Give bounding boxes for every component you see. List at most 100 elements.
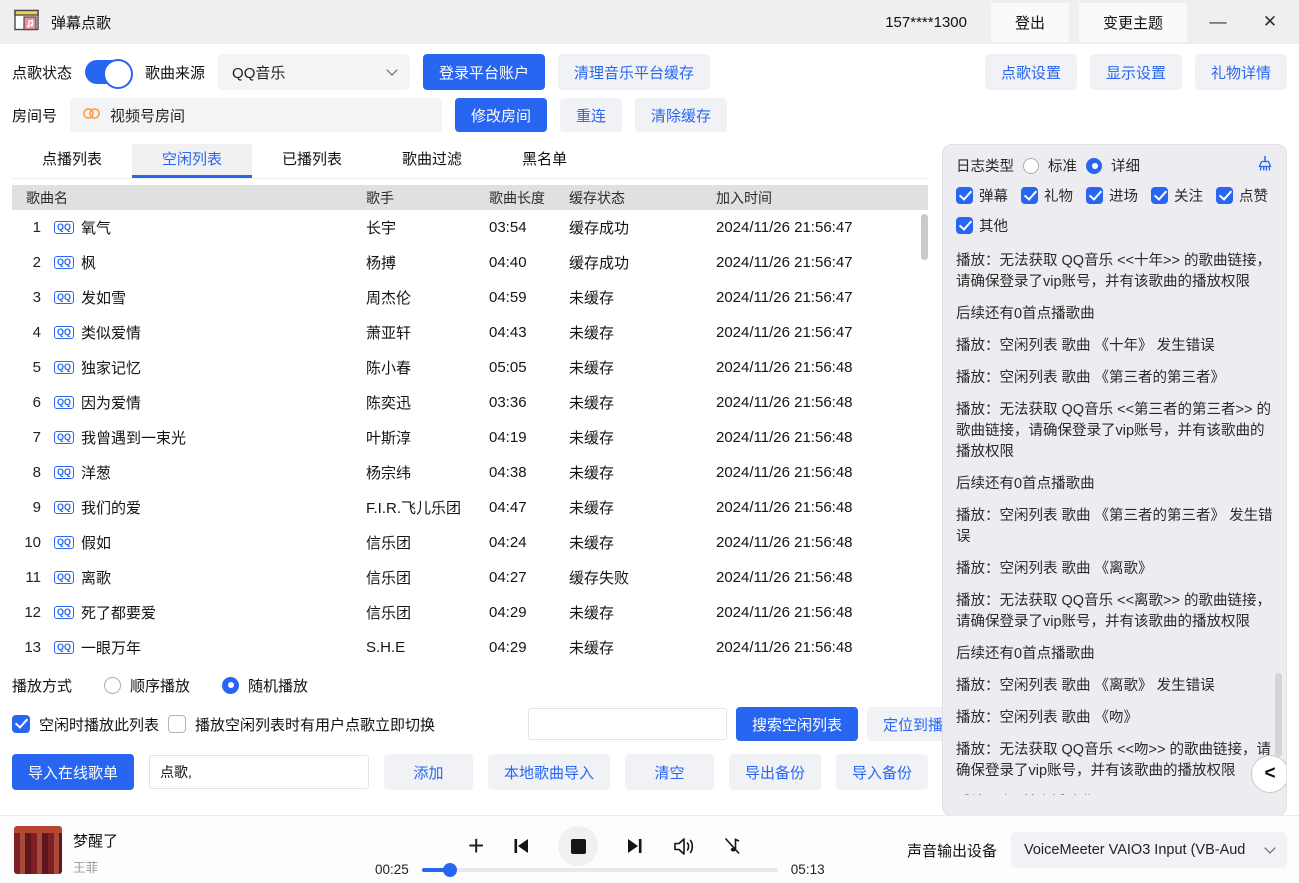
list-action-button[interactable]: 清空 [625, 754, 714, 790]
log-filter-checkbox[interactable] [956, 217, 973, 234]
reconnect-button[interactable]: 重连 [560, 98, 622, 132]
change-theme-button[interactable]: 变更主题 [1079, 3, 1187, 42]
settings-button[interactable]: 显示设置 [1090, 54, 1182, 90]
col-added: 加入时间 [704, 188, 928, 208]
top-controls-row: 点歌状态 歌曲来源 QQ音乐 登录平台账户 清理音乐平台缓存 点歌设置 显示设置… [12, 54, 1287, 90]
list-tabs: 点播列表 空闲列表 已播列表 歌曲过滤 黑名单 [12, 144, 928, 179]
output-device-label: 声音输出设备 [907, 840, 997, 861]
search-idle-button[interactable]: 搜索空闲列表 [736, 707, 858, 741]
log-detailed-radio[interactable] [1086, 158, 1102, 174]
song-artist: 萧亚轩 [354, 322, 477, 343]
log-entry: 播放：无法获取 QQ音乐 <<离歌>> 的歌曲链接，请确保登录了vip账号，并有… [956, 591, 1273, 633]
tab[interactable]: 点播列表 [12, 144, 132, 178]
progress-track[interactable] [422, 868, 778, 872]
login-platform-button[interactable]: 登录平台账户 [423, 54, 545, 90]
table-row[interactable]: 12 QQ 死了都要爱 信乐团 04:29 未缓存 2024/11/26 21:… [12, 595, 928, 630]
table-row[interactable]: 4 QQ 类似爱情 萧亚轩 04:43 未缓存 2024/11/26 21:56… [12, 315, 928, 350]
output-device-select[interactable]: VoiceMeeter VAIO3 Input (VB-Aud [1011, 832, 1287, 868]
table-row[interactable]: 13 QQ 一眼万年 S.H.E 04:29 未缓存 2024/11/26 21… [12, 630, 928, 665]
list-action-button[interactable]: 导入备份 [836, 754, 928, 790]
table-row[interactable]: 10 QQ 假如 信乐团 04:24 未缓存 2024/11/26 21:56:… [12, 525, 928, 560]
table-row[interactable]: 1 QQ 氧气 长宇 03:54 缓存成功 2024/11/26 21:56:4… [12, 210, 928, 245]
settings-button[interactable]: 礼物详情 [1195, 54, 1287, 90]
import-online-playlist-button[interactable]: 导入在线歌单 [12, 754, 134, 790]
table-row[interactable]: 3 QQ 发如雪 周杰伦 04:59 未缓存 2024/11/26 21:56:… [12, 280, 928, 315]
table-row[interactable]: 2 QQ 枫 杨搏 04:40 缓存成功 2024/11/26 21:56:47 [12, 245, 928, 280]
search-idle-input[interactable] [528, 708, 727, 740]
modify-room-button[interactable]: 修改房间 [455, 98, 547, 132]
log-filter: 弹幕 [956, 185, 1008, 206]
row-index: 5 [12, 359, 54, 376]
room-input[interactable]: 视频号房间 [70, 98, 442, 132]
song-duration: 04:38 [477, 464, 557, 481]
table-row[interactable]: 6 QQ 因为爱情 陈奕迅 03:36 未缓存 2024/11/26 21:56… [12, 385, 928, 420]
log-filter-checkbox[interactable] [1151, 187, 1168, 204]
row-index: 13 [12, 639, 54, 656]
table-row[interactable]: 8 QQ 洋葱 杨宗纬 04:38 未缓存 2024/11/26 21:56:4… [12, 455, 928, 490]
table-row[interactable]: 11 QQ 离歌 信乐团 04:27 缓存失败 2024/11/26 21:56… [12, 560, 928, 595]
list-action-button[interactable]: 本地歌曲导入 [488, 754, 610, 790]
song-artist: 周杰伦 [354, 287, 477, 308]
qq-music-badge: QQ [54, 291, 74, 304]
log-standard-radio[interactable] [1023, 158, 1039, 174]
song-request-toggle[interactable] [85, 60, 132, 84]
tab[interactable]: 已播列表 [252, 144, 372, 178]
cache-status: 未缓存 [557, 427, 704, 448]
log-filter-label: 关注 [1174, 185, 1203, 206]
log-filter-checkbox[interactable] [1021, 187, 1038, 204]
log-entry: 播放：无法获取 QQ音乐 <<吻>> 的歌曲链接，请确保登录了vip账号，并有该… [956, 740, 1273, 782]
tab[interactable]: 黑名单 [492, 144, 597, 178]
table-row[interactable]: 5 QQ 独家记忆 陈小春 05:05 未缓存 2024/11/26 21:56… [12, 350, 928, 385]
song-name: 一眼万年 [81, 637, 141, 658]
collapse-panel-button[interactable]: < [1251, 755, 1287, 793]
log-filter-checkbox[interactable] [1216, 187, 1233, 204]
audio-output-row: 声音输出设备 VoiceMeeter VAIO3 Input (VB-Aud [907, 832, 1287, 868]
previous-track-icon[interactable] [511, 837, 531, 855]
close-icon[interactable]: ✕ [1249, 6, 1291, 38]
log-filter: 进场 [1086, 185, 1138, 206]
qq-music-badge: QQ [54, 501, 74, 514]
logout-button[interactable]: 登出 [991, 3, 1069, 42]
volume-icon[interactable] [672, 837, 695, 856]
added-time: 2024/11/26 21:56:48 [704, 499, 928, 516]
cache-status: 未缓存 [557, 462, 704, 483]
progress-knob[interactable] [443, 863, 457, 877]
mute-music-icon[interactable] [722, 836, 742, 856]
log-filter-checkbox[interactable] [956, 187, 973, 204]
tab[interactable]: 空闲列表 [132, 144, 252, 178]
command-prefix-input[interactable] [149, 755, 369, 789]
random-radio[interactable] [222, 677, 239, 694]
clear-log-icon[interactable] [1257, 155, 1273, 176]
added-time: 2024/11/26 21:56:48 [704, 569, 928, 586]
add-song-icon[interactable]: + [468, 832, 484, 860]
table-row[interactable]: 7 QQ 我曾遇到一束光 叶斯淳 04:19 未缓存 2024/11/26 21… [12, 420, 928, 455]
added-time: 2024/11/26 21:56:47 [704, 254, 928, 271]
log-scrollbar[interactable] [1275, 673, 1282, 757]
table-row[interactable]: 9 QQ 我们的爱 F.I.R.飞儿乐团 04:47 未缓存 2024/11/2… [12, 490, 928, 525]
minimize-icon[interactable]: — [1197, 6, 1239, 38]
import-row: 导入在线歌单 添加 本地歌曲导入 清空 导出备份 导入备份 [12, 752, 928, 792]
log-filter-label: 点赞 [1239, 185, 1268, 206]
log-filter-checkbox[interactable] [1086, 187, 1103, 204]
switch-on-request-checkbox[interactable] [168, 715, 186, 733]
music-source-select[interactable]: QQ音乐 [218, 54, 410, 90]
clear-room-cache-button[interactable]: 清除缓存 [635, 98, 727, 132]
sequential-radio[interactable] [104, 677, 121, 694]
settings-button[interactable]: 点歌设置 [985, 54, 1077, 90]
song-artist: 信乐团 [354, 602, 477, 623]
mode-label: 播放方式 [12, 675, 72, 696]
added-time: 2024/11/26 21:56:48 [704, 394, 928, 411]
idle-play-checkbox[interactable] [12, 715, 30, 733]
album-art [14, 826, 62, 874]
song-duration: 04:29 [477, 639, 557, 656]
log-filters: 弹幕 礼物 进场 关注 [956, 185, 1273, 236]
titlebar: 弹幕点歌 157****1300 登出 变更主题 — ✕ [0, 0, 1299, 44]
clean-music-cache-button[interactable]: 清理音乐平台缓存 [558, 54, 710, 90]
list-action-button[interactable]: 添加 [384, 754, 473, 790]
next-track-icon[interactable] [625, 837, 645, 855]
table-scrollbar[interactable] [921, 214, 928, 260]
list-action-button[interactable]: 导出备份 [729, 754, 821, 790]
stop-icon[interactable] [558, 826, 598, 866]
tab[interactable]: 歌曲过滤 [372, 144, 492, 178]
cache-status: 未缓存 [557, 322, 704, 343]
